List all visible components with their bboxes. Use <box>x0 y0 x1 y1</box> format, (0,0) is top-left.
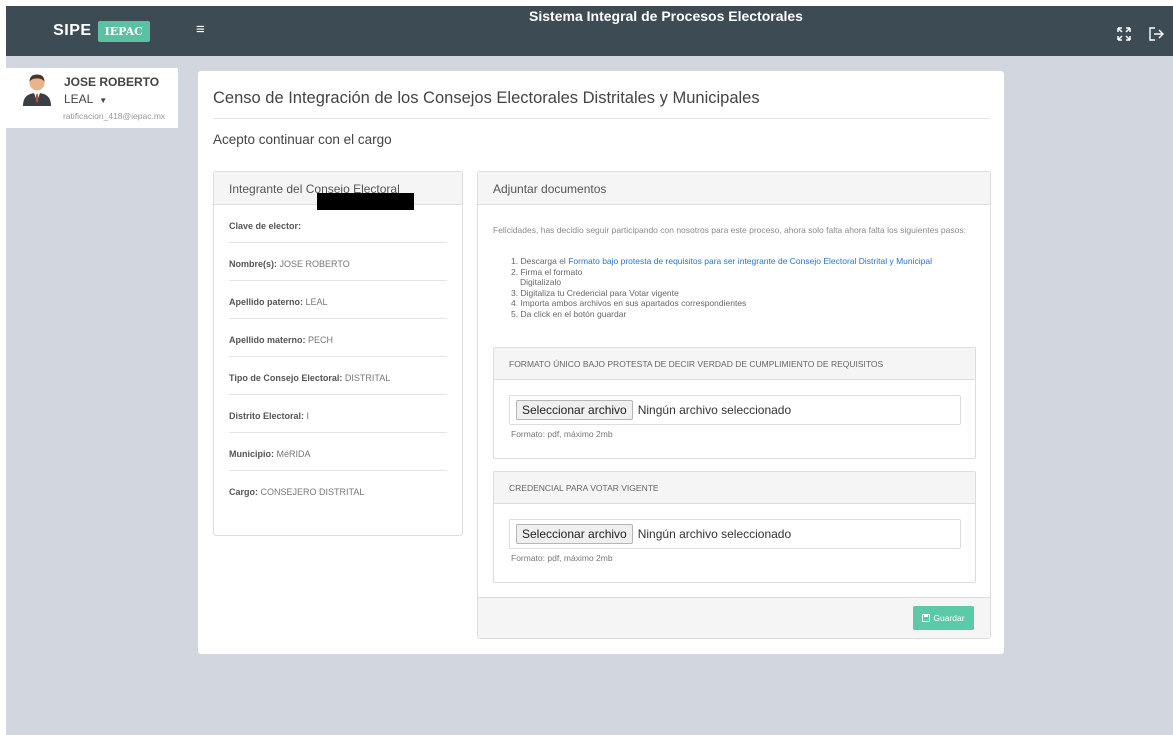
step-1: 1. Descarga el Formato bajo protesta de … <box>511 256 932 267</box>
save-button-label: Guardar <box>933 613 965 623</box>
save-button[interactable]: Guardar <box>913 606 974 630</box>
field-label: Apellido materno: <box>229 335 306 345</box>
step-5: 5. Da click en el botón guardar <box>511 308 627 319</box>
fullscreen-icon[interactable] <box>1115 25 1133 43</box>
doc-credencial-title: CREDENCIAL PARA VOTAR VIGENTE <box>494 472 975 504</box>
file-input-formato[interactable]: Seleccionar archivo Ningún archivo selec… <box>509 395 961 425</box>
steps-list: 1. Descarga el Formato bajo protesta de … <box>511 256 932 319</box>
field-clave-elector: Clave de elector: <box>229 205 447 243</box>
field-value: I <box>306 411 310 421</box>
field-label: Apellido paterno: <box>229 297 303 307</box>
file-input-credencial[interactable]: Seleccionar archivo Ningún archivo selec… <box>509 519 961 549</box>
field-label: Tipo de Consejo Electoral: <box>229 373 343 383</box>
field-cargo: Cargo: CONSEJERO DISTRITAL <box>229 471 447 509</box>
main-card: Censo de Integración de los Consejos Ele… <box>198 71 1004 654</box>
field-apellido-materno: Apellido materno: PECH <box>229 319 447 357</box>
save-icon <box>922 614 931 622</box>
intro-text: Felicidades, has decidio seguir particip… <box>493 225 966 235</box>
hamburger-menu-icon[interactable]: ≡ <box>196 21 205 39</box>
fullscreen-icon-glyph <box>1117 27 1131 41</box>
step-4: 4. Importa ambos archivos en sus apartad… <box>511 298 747 308</box>
field-value: MéRIDA <box>276 449 311 459</box>
doc-upload-formato: FORMATO ÚNICO BAJO PROTESTA DE DECIR VER… <box>493 347 976 459</box>
field-value: CONSEJERO DISTRITAL <box>260 487 365 497</box>
doc-formato-title: FORMATO ÚNICO BAJO PROTESTA DE DECIR VER… <box>494 348 975 380</box>
brand-iepac-badge: IEPAC <box>97 20 150 42</box>
step-2b: Digitalizalo <box>520 277 562 287</box>
title-divider <box>213 118 990 119</box>
logout-icon[interactable] <box>1147 25 1165 43</box>
doc-upload-credencial: CREDENCIAL PARA VOTAR VIGENTE Selecciona… <box>493 471 976 583</box>
step-3: 3. Digitaliza tu Credencial para Votar v… <box>511 287 679 298</box>
field-label: Nombre(s): <box>229 259 278 269</box>
field-value: DISTRITAL <box>344 373 391 383</box>
member-info-panel: Integrante del Consejo Electoral Clave d… <box>213 171 463 536</box>
step-1-text: 1. Descarga el <box>511 256 566 266</box>
file-status: Ningún archivo seleccionado <box>637 403 792 417</box>
file-status: Ningún archivo seleccionado <box>637 527 792 541</box>
step-2: 2. Firma el formato <box>511 266 583 277</box>
user-email: ratificacion_418@iepac.mx <box>63 111 166 121</box>
page-title: Censo de Integración de los Consejos Ele… <box>213 89 760 107</box>
caret-down-icon: ▼ <box>99 96 108 105</box>
select-file-button[interactable]: Seleccionar archivo <box>516 524 633 544</box>
field-value: JOSE ROBERTO <box>279 259 350 269</box>
app-title: Sistema Integral de Procesos Electorales <box>529 8 803 24</box>
field-apellido-paterno: Apellido paterno: LEAL <box>229 281 447 319</box>
download-format-link[interactable]: Formato bajo protesta de requisitos para… <box>568 256 932 266</box>
brand-sipe-text: SIPE <box>53 22 92 39</box>
field-tipo-consejo: Tipo de Consejo Electoral: DISTRITAL <box>229 357 447 395</box>
logout-icon-glyph <box>1148 27 1164 41</box>
file-format-hint: Formato: pdf, máximo 2mb <box>511 429 613 439</box>
field-value: PECH <box>308 335 334 345</box>
redacted-block <box>317 193 414 210</box>
field-label: Distrito Electoral: <box>229 411 305 421</box>
user-last-name: LEAL <box>64 92 93 106</box>
field-label: Municipio: <box>229 449 274 459</box>
field-distrito: Distrito Electoral: I <box>229 395 447 433</box>
user-menu-toggle[interactable]: LEAL ▼ <box>64 92 107 108</box>
documents-panel-footer: Guardar <box>478 597 990 638</box>
user-first-name: JOSE ROBERTO <box>64 75 160 89</box>
field-value: LEAL <box>305 297 328 307</box>
field-label: Cargo: <box>229 487 258 497</box>
brand-logo[interactable]: SIPE IEPAC <box>6 6 197 56</box>
field-nombre: Nombre(s): JOSE ROBERTO <box>229 243 447 281</box>
sidebar-user-panel: JOSE ROBERTO LEAL ▼ ratificacion_418@iep… <box>6 68 178 128</box>
top-navbar: SIPE IEPAC ≡ Sistema Integral de Proceso… <box>6 6 1173 56</box>
page-subtitle: Acepto continuar con el cargo <box>213 132 392 147</box>
select-file-button[interactable]: Seleccionar archivo <box>516 400 633 420</box>
field-municipio: Municipio: MéRIDA <box>229 433 447 471</box>
app-frame: SIPE IEPAC ≡ Sistema Integral de Proceso… <box>6 6 1173 735</box>
documents-panel-heading: Adjuntar documentos <box>478 172 990 205</box>
file-format-hint: Formato: pdf, máximo 2mb <box>511 553 613 563</box>
documents-panel: Adjuntar documentos Felicidades, has dec… <box>477 171 991 639</box>
field-label: Clave de elector: <box>229 221 302 231</box>
user-avatar-icon <box>23 74 51 106</box>
